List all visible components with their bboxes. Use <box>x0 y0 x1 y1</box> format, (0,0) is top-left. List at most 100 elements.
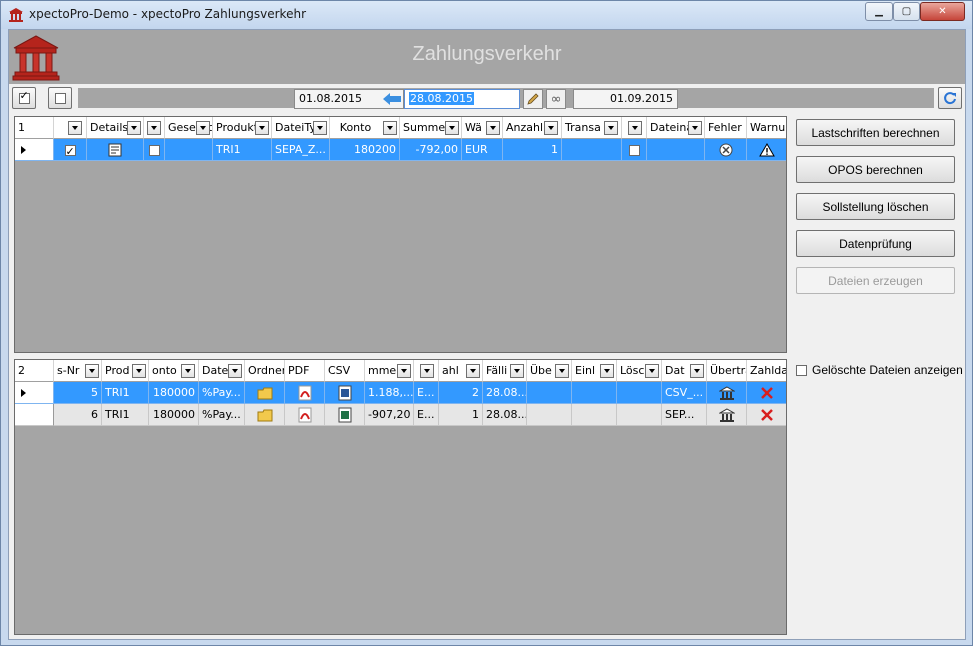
filter-dropdown-icon[interactable] <box>555 364 569 378</box>
grid2-col-konto[interactable]: onto <box>149 360 199 382</box>
grid2-col-pdf[interactable]: PDF <box>285 360 325 382</box>
cell-flag[interactable] <box>144 139 165 161</box>
row-flag2-checkbox[interactable] <box>628 144 640 156</box>
filter-dropdown-icon[interactable] <box>85 364 99 378</box>
grid2-col-loeschen[interactable]: Lösc <box>617 360 662 382</box>
cell-ordner[interactable] <box>245 382 285 404</box>
filter-dropdown-icon[interactable] <box>181 364 195 378</box>
cell-csv[interactable] <box>325 382 365 404</box>
filter-dropdown-icon[interactable] <box>645 364 659 378</box>
lastschriften-berechnen-button[interactable]: Lastschriften berechnen <box>796 119 955 146</box>
grid1-col-waehrung[interactable]: Wä <box>462 117 503 139</box>
close-button[interactable]: ✕ <box>920 2 965 21</box>
deselect-all-button[interactable] <box>48 87 72 109</box>
grid2-col-csv[interactable]: CSV <box>325 360 365 382</box>
cell-pdf[interactable] <box>285 404 325 426</box>
grid2-col-anzahl[interactable]: ahl <box>439 360 483 382</box>
show-deleted-box[interactable] <box>796 364 807 376</box>
grid1-col-flag[interactable] <box>144 117 165 139</box>
table-row[interactable]: 6 TRI1 180000 %Pay... -907,20 E... 1 28.… <box>15 404 786 426</box>
grid2-col-uebertragen[interactable]: Übe <box>527 360 572 382</box>
grid2-col-waehrung[interactable] <box>414 360 439 382</box>
filter-dropdown-icon[interactable] <box>127 121 141 135</box>
cell-uebertragen2[interactable] <box>707 382 747 404</box>
filter-dropdown-icon[interactable] <box>466 364 480 378</box>
filter-dropdown-icon[interactable] <box>420 364 434 378</box>
dateien-erzeugen-button[interactable]: Dateien erzeugen <box>796 267 955 294</box>
grid1-col-flag2[interactable] <box>622 117 647 139</box>
cell-zahldatei[interactable] <box>747 382 786 404</box>
filter-dropdown-icon[interactable] <box>397 364 411 378</box>
cell-check[interactable] <box>54 139 87 161</box>
filter-dropdown-icon[interactable] <box>600 364 614 378</box>
grid2-col-datei[interactable]: Date <box>199 360 245 382</box>
opos-berechnen-button[interactable]: OPOS berechnen <box>796 156 955 183</box>
filter-dropdown-icon[interactable] <box>196 121 210 135</box>
grid2-col-uebertragen2[interactable]: Übertra <box>707 360 747 382</box>
grid2-col-dateiname[interactable]: Dat <box>662 360 707 382</box>
grid2-col-faellig[interactable]: Fälli <box>483 360 527 382</box>
cell-uebertragen2[interactable] <box>707 404 747 426</box>
filter-dropdown-icon[interactable] <box>313 121 327 135</box>
filter-dropdown-icon[interactable] <box>510 364 524 378</box>
cell-details[interactable] <box>87 139 144 161</box>
filter-dropdown-icon[interactable] <box>628 121 642 135</box>
grid2-col-ordner[interactable]: Ordner <box>245 360 285 382</box>
filter-dropdown-icon[interactable] <box>255 121 269 135</box>
row-flag-checkbox[interactable] <box>148 144 160 156</box>
cell-fehler[interactable] <box>705 139 747 161</box>
grid1-col-dateityp[interactable]: DateiTy <box>272 117 330 139</box>
grid2-col-zahldatei[interactable]: Zahlda <box>747 360 786 382</box>
show-deleted-checkbox[interactable]: Gelöschte Dateien anzeigen <box>796 363 963 377</box>
row-selector[interactable] <box>15 404 54 426</box>
grid2-col-produkt[interactable]: Prod <box>102 360 149 382</box>
grid1-col-details[interactable]: Details <box>87 117 144 139</box>
cell-ordner[interactable] <box>245 404 285 426</box>
date-to-field[interactable]: 01.09.2015 <box>573 89 678 109</box>
filter-dropdown-icon[interactable] <box>132 364 146 378</box>
grid1-col-dateiname[interactable]: Dateina <box>647 117 705 139</box>
table-row[interactable]: 5 TRI1 180000 %Pay... 1.188,... E... 2 2… <box>15 382 786 404</box>
row-selector[interactable] <box>15 382 54 404</box>
cell-zahldatei[interactable] <box>747 404 786 426</box>
title-bar[interactable]: xpectoPro-Demo - xpectoPro Zahlungsverke… <box>1 1 972 29</box>
filter-dropdown-icon[interactable] <box>690 364 704 378</box>
row-selector[interactable] <box>15 139 54 161</box>
grid1-col-transaktion[interactable]: Transa <box>562 117 622 139</box>
filter-dropdown-icon[interactable] <box>486 121 500 135</box>
grid1-col-check[interactable] <box>54 117 87 139</box>
filter-dropdown-icon[interactable] <box>544 121 558 135</box>
maximize-button[interactable]: ▢ <box>893 2 920 21</box>
arrow-left-icon[interactable] <box>382 89 402 109</box>
table-row[interactable]: TRI1 SEPA_Z... 180200 -792,00 EUR 1 <box>15 139 786 161</box>
grid1-col-anzahl[interactable]: Anzahl <box>503 117 562 139</box>
edit-pencil-icon[interactable] <box>523 89 543 109</box>
cell-pdf[interactable] <box>285 382 325 404</box>
infinity-button[interactable]: ∞ <box>546 89 566 109</box>
refresh-button[interactable] <box>938 87 962 109</box>
grid1-col-summe[interactable]: Summe <box>400 117 462 139</box>
filter-dropdown-icon[interactable] <box>147 121 161 135</box>
grid1-col-gesellschaft[interactable]: Gesellsc <box>165 117 213 139</box>
filter-dropdown-icon[interactable] <box>688 121 702 135</box>
grid2-col-eingelesen[interactable]: Einl <box>572 360 617 382</box>
sollstellung-loeschen-button[interactable]: Sollstellung löschen <box>796 193 955 220</box>
grid1-col-fehler[interactable]: Fehler <box>705 117 747 139</box>
grid1-col-produkt[interactable]: Produkt <box>213 117 272 139</box>
filter-dropdown-icon[interactable] <box>228 364 242 378</box>
filter-dropdown-icon[interactable] <box>383 121 397 135</box>
datenpruefung-button[interactable]: Datenprüfung <box>796 230 955 257</box>
date-current-field[interactable]: 28.08.2015 <box>404 89 520 109</box>
select-all-button[interactable] <box>12 87 36 109</box>
grid2-col-summe[interactable]: mme <box>365 360 414 382</box>
grid2-col-nr[interactable]: s-Nr <box>54 360 102 382</box>
cell-warnung[interactable] <box>747 139 786 161</box>
minimize-button[interactable]: ▁ <box>865 2 893 21</box>
filter-dropdown-icon[interactable] <box>68 121 82 135</box>
grid1-col-konto[interactable]: Konto <box>330 117 400 139</box>
filter-dropdown-icon[interactable] <box>445 121 459 135</box>
filter-dropdown-icon[interactable] <box>604 121 618 135</box>
cell-flag2[interactable] <box>622 139 647 161</box>
cell-csv[interactable] <box>325 404 365 426</box>
grid1-col-warnung[interactable]: Warnu <box>747 117 786 139</box>
